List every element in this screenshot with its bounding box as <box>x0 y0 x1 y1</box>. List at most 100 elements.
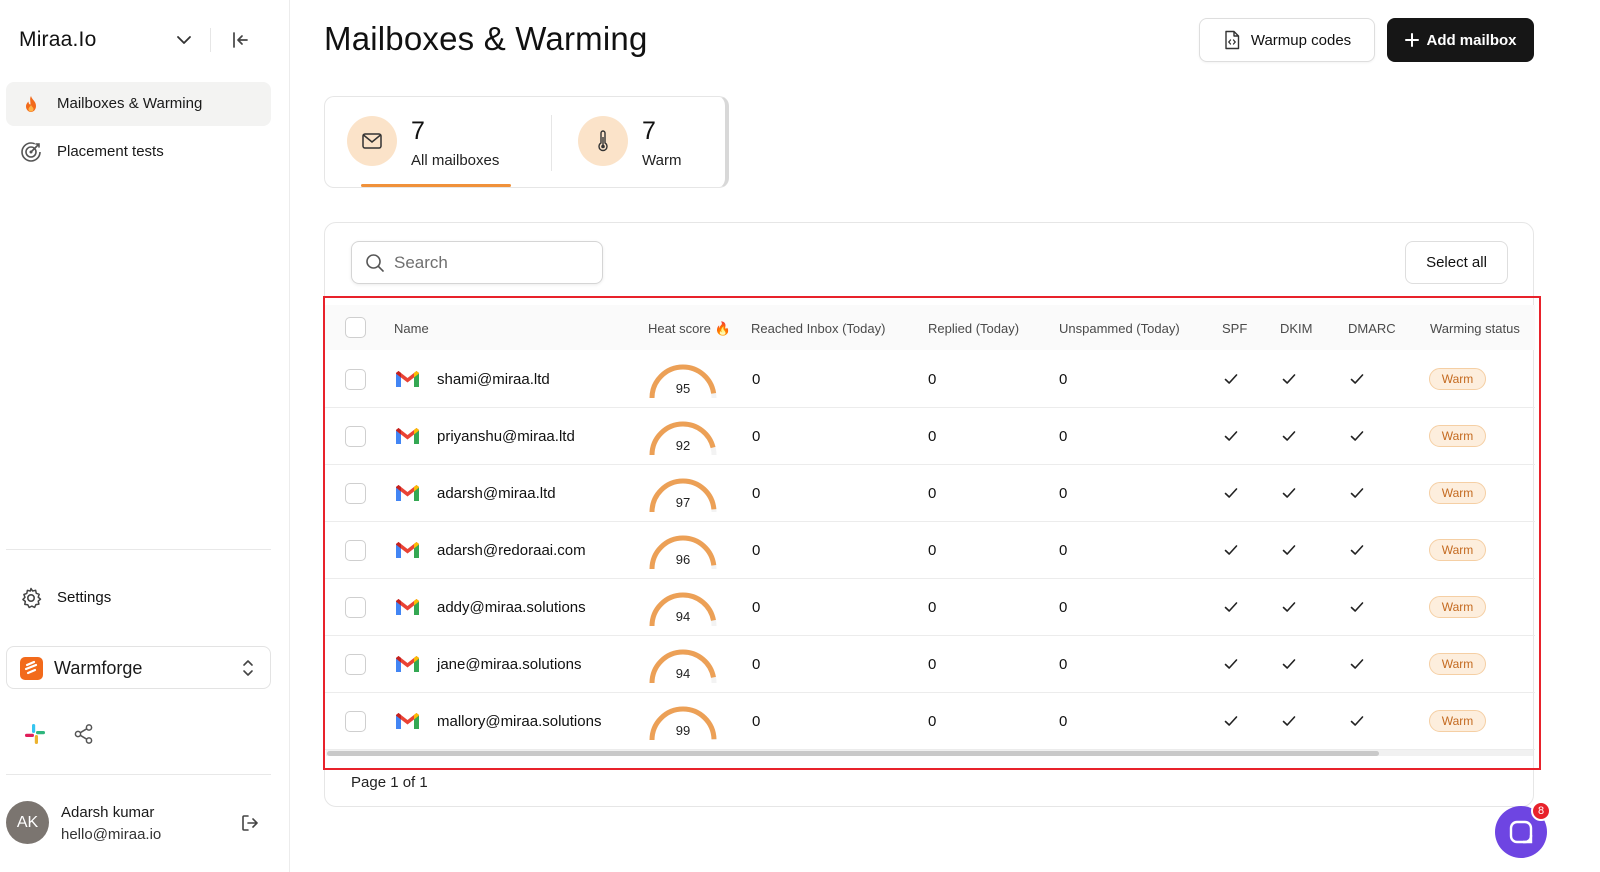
page-title: Mailboxes & Warming <box>324 20 648 57</box>
spf-check-icon <box>1223 599 1239 615</box>
row-checkbox[interactable] <box>345 654 366 675</box>
mailbox-email[interactable]: addy@miraa.solutions <box>437 599 586 616</box>
thermometer-icon <box>578 116 628 166</box>
add-mailbox-button[interactable]: Add mailbox <box>1387 18 1534 62</box>
row-checkbox[interactable] <box>345 597 366 618</box>
replied-value: 0 <box>928 485 937 502</box>
select-all-checkbox[interactable] <box>345 317 366 338</box>
logout-icon[interactable] <box>239 812 261 834</box>
reached-inbox-value: 0 <box>752 542 761 559</box>
column-header-dkim[interactable]: DKIM <box>1280 321 1313 336</box>
sidebar: Miraa.Io Mailboxes & Warming Placement t… <box>0 0 290 872</box>
unspammed-value: 0 <box>1059 542 1068 559</box>
reached-inbox-value: 0 <box>752 428 761 445</box>
column-header-reached-inbox[interactable]: Reached Inbox (Today) <box>751 321 885 336</box>
reached-inbox-value: 0 <box>752 599 761 616</box>
replied-value: 0 <box>928 713 937 730</box>
mailbox-email[interactable]: jane@miraa.solutions <box>437 656 581 673</box>
gmail-icon <box>395 655 420 674</box>
row-checkbox[interactable] <box>345 483 366 504</box>
chat-icon <box>1509 820 1533 844</box>
column-header-spf[interactable]: SPF <box>1222 321 1247 336</box>
row-checkbox[interactable] <box>345 369 366 390</box>
row-checkbox[interactable] <box>345 426 366 447</box>
warmforge-logo-icon <box>20 657 43 680</box>
table-row[interactable]: addy@miraa.solutions 94 0 0 0 Warm <box>325 579 1535 636</box>
share-icon[interactable] <box>72 722 96 746</box>
row-checkbox[interactable] <box>345 711 366 732</box>
search-input[interactable] <box>394 250 594 276</box>
dkim-check-icon <box>1281 485 1297 501</box>
gmail-icon <box>395 484 420 503</box>
dkim-check-icon <box>1281 656 1297 672</box>
collapse-sidebar-icon[interactable] <box>229 29 251 51</box>
column-header-replied[interactable]: Replied (Today) <box>928 321 1019 336</box>
workspace-switcher[interactable]: Warmforge <box>6 646 271 689</box>
gmail-icon <box>395 370 420 389</box>
replied-value: 0 <box>928 599 937 616</box>
dmarc-check-icon <box>1349 485 1365 501</box>
avatar[interactable]: AK <box>6 801 49 844</box>
table-row[interactable]: mallory@miraa.solutions 99 0 0 0 Warm <box>325 693 1535 750</box>
heat-score-value: 94 <box>675 666 691 681</box>
replied-value: 0 <box>928 371 937 388</box>
sidebar-item-label: Mailboxes & Warming <box>57 95 203 112</box>
search-box[interactable] <box>351 241 603 284</box>
spf-check-icon <box>1223 542 1239 558</box>
heat-score-value: 95 <box>675 381 691 396</box>
dmarc-check-icon <box>1349 656 1365 672</box>
table-row[interactable]: shami@miraa.ltd 95 0 0 0 Warm <box>325 351 1535 408</box>
sidebar-item-placement-tests[interactable]: Placement tests <box>6 130 271 174</box>
scrollbar-thumb[interactable] <box>327 751 1379 756</box>
reached-inbox-value: 0 <box>752 485 761 502</box>
mailbox-email[interactable]: mallory@miraa.solutions <box>437 713 601 730</box>
stat-warm[interactable]: 7 Warm <box>552 97 727 187</box>
heat-score-value: 92 <box>675 438 691 453</box>
table-row[interactable]: adarsh@redoraai.com 96 0 0 0 Warm <box>325 522 1535 579</box>
unspammed-value: 0 <box>1059 371 1068 388</box>
replied-value: 0 <box>928 656 937 673</box>
row-checkbox[interactable] <box>345 540 366 561</box>
table-row[interactable]: adarsh@miraa.ltd 97 0 0 0 Warm <box>325 465 1535 522</box>
column-header-name[interactable]: Name <box>394 321 429 336</box>
selected-indicator <box>361 184 511 187</box>
mailbox-email[interactable]: shami@miraa.ltd <box>437 371 550 388</box>
table-row[interactable]: jane@miraa.solutions 94 0 0 0 Warm <box>325 636 1535 693</box>
dkim-check-icon <box>1281 371 1297 387</box>
gmail-icon <box>395 427 420 446</box>
dkim-check-icon <box>1281 428 1297 444</box>
sidebar-item-label: Placement tests <box>57 143 164 160</box>
warming-status-badge: Warm <box>1429 425 1486 447</box>
plus-icon <box>1405 33 1420 47</box>
slack-icon[interactable] <box>23 722 47 746</box>
sidebar-item-label: Settings <box>57 589 112 606</box>
warmup-codes-label: Warmup codes <box>1250 31 1352 49</box>
gmail-icon <box>395 541 420 560</box>
mailbox-table-card: Select all Name Heat score 🔥 Reached Inb… <box>324 222 1535 807</box>
table-row[interactable]: priyanshu@miraa.ltd 92 0 0 0 Warm <box>325 408 1535 465</box>
notification-badge: 8 <box>1531 801 1551 821</box>
heat-score-value: 97 <box>675 495 691 510</box>
spf-check-icon <box>1223 485 1239 501</box>
sidebar-item-mailboxes-warming[interactable]: Mailboxes & Warming <box>6 82 271 126</box>
chevron-down-icon[interactable] <box>174 30 194 50</box>
dmarc-check-icon <box>1349 371 1365 387</box>
dkim-check-icon <box>1281 599 1297 615</box>
search-icon <box>366 254 384 272</box>
column-header-unspammed[interactable]: Unspammed (Today) <box>1059 321 1180 336</box>
spf-check-icon <box>1223 371 1239 387</box>
sidebar-item-settings[interactable]: Settings <box>6 577 271 619</box>
select-all-button[interactable]: Select all <box>1405 241 1508 284</box>
column-header-warming-status[interactable]: Warming status <box>1430 321 1520 336</box>
stat-value: 7 <box>411 117 425 145</box>
mailbox-email[interactable]: adarsh@redoraai.com <box>437 542 586 559</box>
column-header-heat-score[interactable]: Heat score 🔥 <box>648 321 731 337</box>
mailbox-email[interactable]: adarsh@miraa.ltd <box>437 485 556 502</box>
mailbox-email[interactable]: priyanshu@miraa.ltd <box>437 428 575 445</box>
unspammed-value: 0 <box>1059 485 1068 502</box>
warmup-codes-button[interactable]: Warmup codes <box>1199 18 1375 62</box>
column-header-dmarc[interactable]: DMARC <box>1348 321 1396 336</box>
brand-name[interactable]: Miraa.Io <box>19 28 96 52</box>
table-header: Name Heat score 🔥 Reached Inbox (Today) … <box>325 305 1535 350</box>
stat-all-mailboxes[interactable]: 7 All mailboxes <box>325 97 551 187</box>
